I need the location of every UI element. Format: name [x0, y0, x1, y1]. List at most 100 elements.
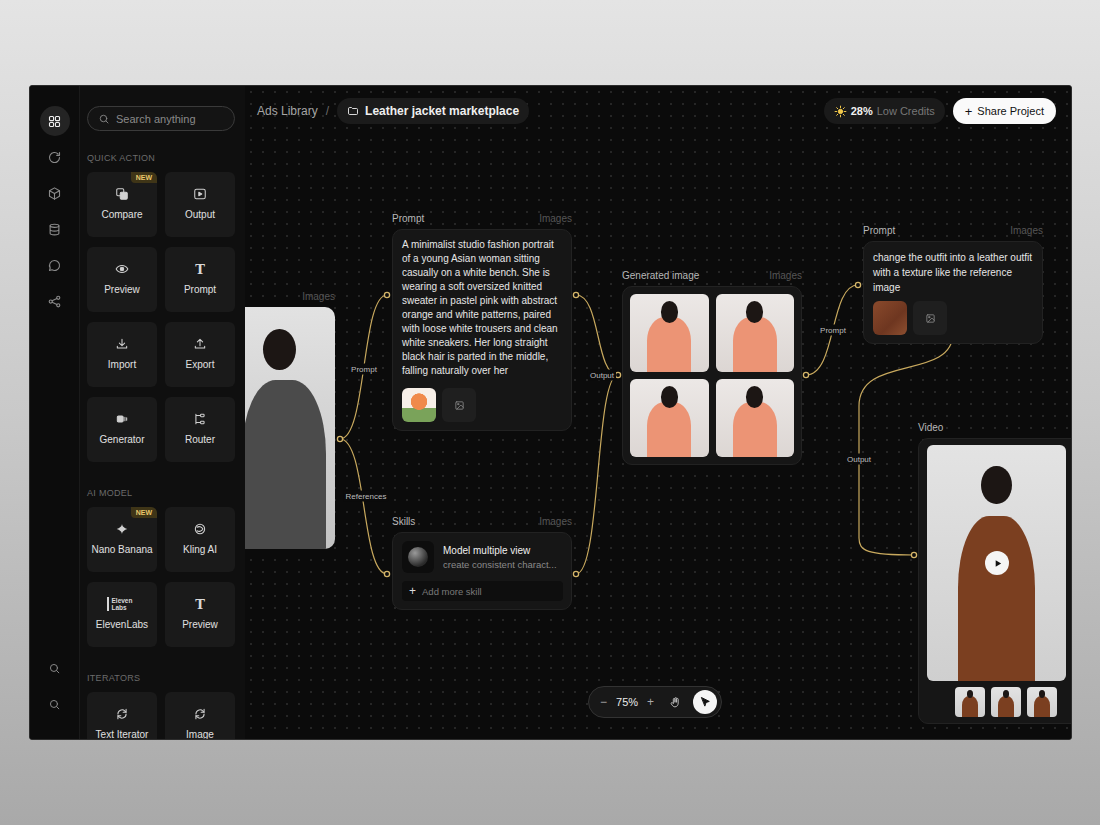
skill-name: Model multiple view — [443, 545, 557, 556]
video-node[interactable]: Video — [918, 422, 1071, 724]
port-dot[interactable] — [803, 372, 808, 377]
pointer-tool-button[interactable] — [693, 690, 717, 714]
prompt-node[interactable]: PromptImages A minimalist studio fashion… — [392, 213, 572, 431]
export-icon — [193, 337, 207, 351]
node-layer: PromptReferencesOutputPromptOutput Image… — [245, 86, 1071, 739]
action-card[interactable]: Eleven Labs ElevenLabs — [87, 582, 157, 647]
rail-button[interactable] — [40, 286, 70, 316]
generated-photo[interactable] — [716, 379, 795, 457]
card-icon-box — [193, 411, 207, 427]
card-icon-box: T — [195, 261, 205, 277]
generated-image-node[interactable]: Generated imageImages — [622, 270, 802, 465]
rail-button[interactable] — [40, 250, 70, 280]
action-card[interactable]: Output — [165, 172, 235, 237]
zoom-bar: − 75% + — [588, 686, 722, 718]
play-button[interactable] — [985, 551, 1009, 575]
action-card[interactable]: Image — [165, 692, 235, 739]
skills-node[interactable]: SkillsImages Model multiple view create … — [392, 516, 572, 610]
port-dot[interactable] — [384, 571, 389, 576]
source-photo — [245, 307, 335, 549]
rail-button[interactable] — [40, 689, 70, 719]
share-button[interactable]: +Share Project — [953, 98, 1056, 124]
sparkle-icon — [115, 522, 129, 536]
prompt-text[interactable]: change the outfit into a leather outfit … — [873, 250, 1034, 295]
iterator-icon — [115, 707, 129, 721]
add-image-button[interactable] — [913, 301, 947, 335]
port-dot[interactable] — [855, 282, 860, 287]
reference-thumbnail[interactable] — [402, 388, 436, 422]
rail-button[interactable] — [40, 106, 70, 136]
source-image-node[interactable]: Images — [245, 291, 335, 549]
router-icon — [193, 412, 207, 426]
connector-label: Output — [588, 370, 616, 381]
port-dot[interactable] — [615, 372, 620, 377]
search-icon — [98, 113, 110, 125]
port-dot[interactable] — [573, 571, 578, 576]
action-card[interactable]: Export — [165, 322, 235, 387]
connector-label: References — [344, 491, 389, 502]
action-card[interactable]: T Preview — [165, 582, 235, 647]
elevenlabs-logo-icon: Eleven Labs — [107, 597, 138, 611]
action-card[interactable]: Text Iterator — [87, 692, 157, 739]
action-card[interactable]: T Prompt — [165, 247, 235, 312]
zoom-out-button[interactable]: − — [597, 695, 610, 709]
screen: Search anything QUICK ACTION NEW Compare… — [0, 0, 1100, 825]
icon-rail — [30, 86, 80, 739]
action-card[interactable]: NEW Nano Banana — [87, 507, 157, 572]
rail-button[interactable] — [40, 178, 70, 208]
card-icon-box — [193, 521, 207, 537]
image-icon — [925, 313, 936, 324]
video-thumbnails — [927, 687, 1066, 717]
action-card[interactable]: Preview — [87, 247, 157, 312]
canvas[interactable]: Ads Library / Leather jacket marketplace… — [245, 86, 1071, 739]
compare-icon — [115, 187, 129, 201]
image-icon — [454, 400, 465, 411]
action-card[interactable]: Generator — [87, 397, 157, 462]
breadcrumb-separator: / — [326, 104, 329, 118]
video-thumbnail[interactable] — [1027, 687, 1057, 717]
prompt-text[interactable]: A minimalist studio fashion portrait of … — [402, 238, 563, 378]
leather-texture-thumbnail[interactable] — [873, 301, 907, 335]
port-dot[interactable] — [384, 292, 389, 297]
card-icon-box — [193, 706, 207, 722]
generated-photo[interactable] — [630, 379, 709, 457]
add-image-button[interactable] — [442, 388, 476, 422]
skill-description: create consistent charact... — [443, 559, 557, 570]
video-thumbnail[interactable] — [955, 687, 985, 717]
generated-photo[interactable] — [630, 294, 709, 372]
breadcrumb-project[interactable]: Leather jacket marketplace — [337, 98, 529, 124]
node-title: Prompt — [863, 225, 895, 237]
credits-pill[interactable]: 28% Low Credits — [824, 98, 945, 124]
connector-label: Prompt — [818, 325, 848, 336]
port-dot[interactable] — [911, 552, 916, 557]
search-icon — [48, 698, 61, 711]
card-icon-box — [115, 521, 129, 537]
generator-icon — [115, 412, 129, 426]
port-dot[interactable] — [573, 292, 578, 297]
search-field[interactable]: Search anything — [87, 106, 235, 131]
text-icon: T — [195, 263, 205, 276]
share-icon — [47, 294, 62, 309]
section-title: AI MODEL — [87, 488, 235, 499]
action-card[interactable]: Kling AI — [165, 507, 235, 572]
rail-button[interactable] — [40, 214, 70, 244]
hand-tool-button[interactable] — [663, 690, 687, 714]
pointer-icon — [699, 696, 712, 709]
breadcrumb-root[interactable]: Ads Library — [257, 104, 318, 118]
new-badge: NEW — [131, 172, 157, 183]
connector-path — [806, 285, 858, 375]
card-label: Import — [108, 359, 136, 370]
rail-button[interactable] — [40, 653, 70, 683]
rail-button[interactable] — [40, 142, 70, 172]
video-thumbnail[interactable] — [991, 687, 1021, 717]
action-card[interactable]: Import — [87, 322, 157, 387]
skill-item[interactable]: Model multiple view create consistent ch… — [402, 541, 563, 573]
generated-photo[interactable] — [716, 294, 795, 372]
edit-prompt-node[interactable]: PromptImages change the outfit into a le… — [863, 225, 1043, 344]
port-dot[interactable] — [337, 436, 342, 441]
zoom-in-button[interactable]: + — [644, 695, 657, 709]
action-card[interactable]: Router — [165, 397, 235, 462]
sidebar: Search anything QUICK ACTION NEW Compare… — [80, 86, 245, 739]
add-skill-button[interactable]: +Add more skill — [402, 581, 563, 601]
action-card[interactable]: NEW Compare — [87, 172, 157, 237]
